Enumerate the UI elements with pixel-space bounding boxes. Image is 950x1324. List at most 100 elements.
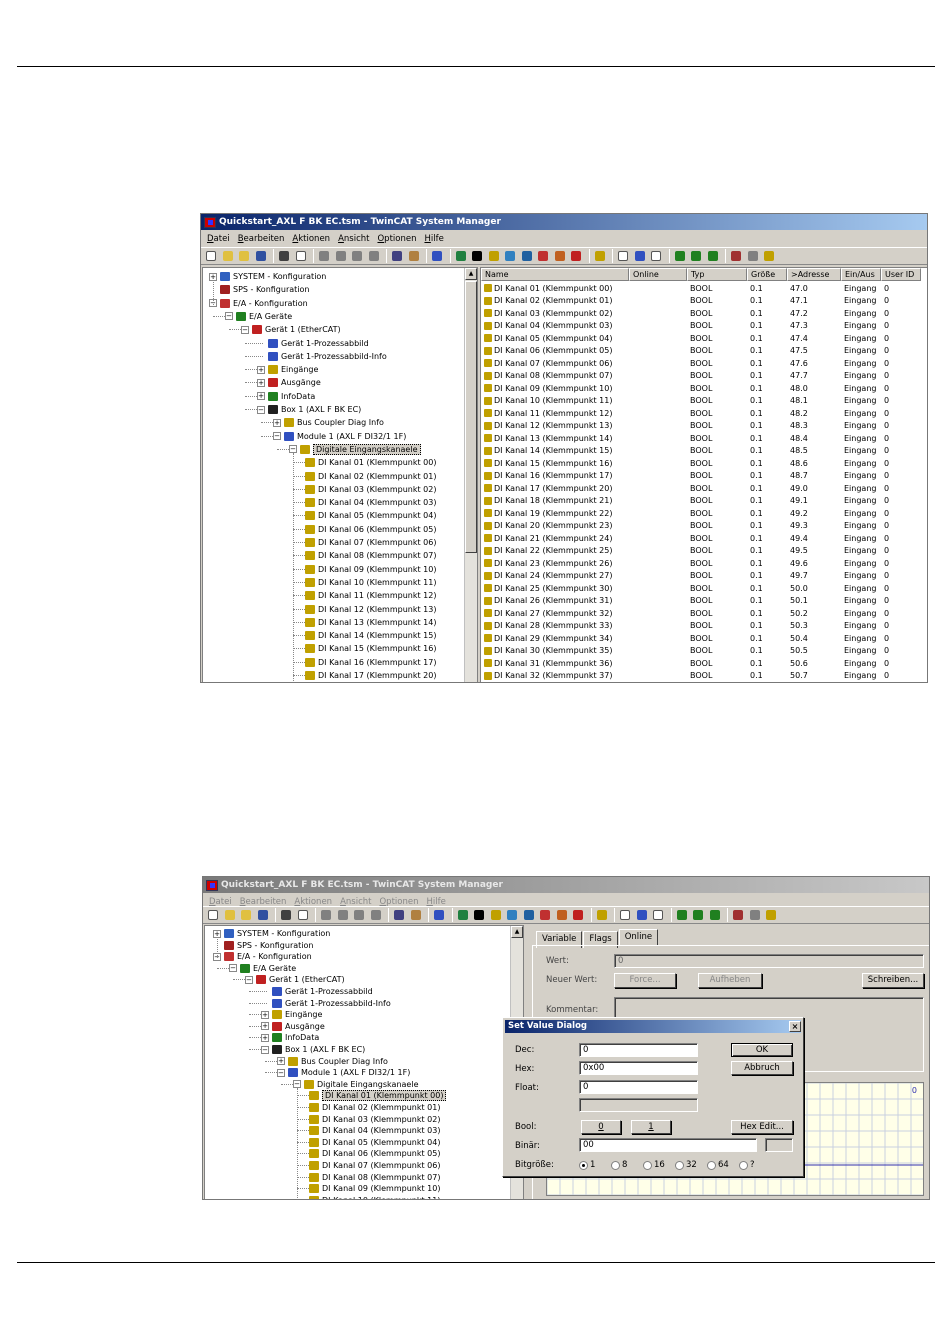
collapse-icon[interactable]: − — [257, 405, 265, 414]
column-header-4[interactable]: >Adresse — [787, 268, 841, 281]
book-icon[interactable] — [729, 249, 743, 263]
tree-item[interactable]: DI Kanal 16 (Klemmpunkt 17) — [305, 656, 436, 669]
tree-item[interactable]: SPS - Konfiguration — [209, 283, 309, 296]
close-icon[interactable]: × — [789, 1021, 801, 1032]
tree-item[interactable]: − Digitale Eingangskanaele — [289, 443, 421, 456]
bitsize-radio-1[interactable]: 1 — [579, 1160, 595, 1170]
check-icon[interactable] — [472, 908, 486, 922]
online-icon[interactable] — [691, 908, 705, 922]
print-icon[interactable] — [279, 908, 293, 922]
save-icon[interactable] — [254, 249, 268, 263]
expand-icon[interactable]: + — [261, 1022, 269, 1031]
table-row[interactable]: DI Kanal 28 (Klemmpunkt 33) BOOL 0.1 50.3 Ei… — [481, 620, 921, 633]
table-row[interactable]: DI Kanal 14 (Klemmpunkt 15) BOOL 0.1 48.5 Ei… — [481, 445, 921, 458]
monitor-icon[interactable] — [432, 908, 446, 922]
bool-1-button[interactable]: 1 — [631, 1120, 671, 1134]
table-row[interactable]: DI Kanal 26 (Klemmpunkt 31) BOOL 0.1 50.1 Ei… — [481, 595, 921, 608]
restart-icon[interactable] — [538, 908, 552, 922]
collapse-icon[interactable]: − — [277, 1068, 285, 1077]
print-icon[interactable] — [277, 249, 291, 263]
expand-icon[interactable]: + — [257, 392, 265, 401]
watch-icon[interactable] — [675, 908, 689, 922]
table-row[interactable]: DI Kanal 27 (Klemmpunkt 32) BOOL 0.1 50.2 Ei… — [481, 607, 921, 620]
zoom-icon[interactable] — [633, 249, 647, 263]
tree-item[interactable]: − E/A - Konfiguration — [209, 297, 308, 310]
tree-item[interactable]: + SYSTEM - Konfiguration — [209, 270, 326, 283]
menu-item-hilfe[interactable]: Hilfe — [420, 234, 447, 244]
table-row[interactable]: DI Kanal 07 (Klemmpunkt 06) BOOL 0.1 47.6 Ei… — [481, 357, 921, 370]
table-row[interactable]: DI Kanal 03 (Klemmpunkt 02) BOOL 0.1 47.2 Ei… — [481, 307, 921, 320]
scan-icon[interactable] — [522, 908, 536, 922]
tree-item[interactable]: DI Kanal 17 (Klemmpunkt 20) — [305, 669, 436, 682]
cut-icon[interactable] — [319, 908, 333, 922]
float-input[interactable]: 0 — [579, 1080, 698, 1094]
append-device-icon[interactable] — [456, 908, 470, 922]
expand-icon[interactable]: + — [261, 1033, 269, 1042]
collapse-icon[interactable]: − — [245, 975, 253, 984]
table-row[interactable]: DI Kanal 29 (Klemmpunkt 34) BOOL 0.1 50.4 Ei… — [481, 632, 921, 645]
paste-icon[interactable] — [352, 908, 366, 922]
tree-item[interactable]: DI Kanal 11 (Klemmpunkt 12) — [305, 589, 436, 602]
bool-0-button[interactable]: 0 — [581, 1120, 621, 1134]
table-row[interactable]: DI Kanal 05 (Klemmpunkt 04) BOOL 0.1 47.4 Ei… — [481, 332, 921, 345]
table-row[interactable]: DI Kanal 31 (Klemmpunkt 36) BOOL 0.1 50.6 Ei… — [481, 657, 921, 670]
column-header-6[interactable]: User ID — [881, 268, 921, 281]
find-next-icon[interactable] — [409, 908, 423, 922]
watch-icon[interactable] — [673, 249, 687, 263]
menu-item-aktionen[interactable]: Aktionen — [290, 897, 336, 907]
tree-item[interactable]: DI Kanal 08 (Klemmpunkt 07) — [305, 549, 436, 562]
table-row[interactable]: DI Kanal 12 (Klemmpunkt 13) BOOL 0.1 48.3 Ei… — [481, 420, 921, 433]
tree-item[interactable]: − Box 1 (AXL F BK EC) — [257, 403, 361, 416]
print-preview-icon[interactable] — [296, 908, 310, 922]
tree-item[interactable]: + Ausgänge — [257, 376, 321, 389]
scroll-up-arrow[interactable]: ▲ — [511, 926, 523, 938]
table-row[interactable]: DI Kanal 06 (Klemmpunkt 05) BOOL 0.1 47.5 Ei… — [481, 345, 921, 358]
online-write-icon[interactable] — [708, 908, 722, 922]
find-next-icon[interactable] — [407, 249, 421, 263]
schreiben-button[interactable]: Schreiben... — [862, 973, 924, 988]
table-row[interactable]: DI Kanal 15 (Klemmpunkt 16) BOOL 0.1 48.6 Ei… — [481, 457, 921, 470]
config-mode-icon[interactable] — [553, 249, 567, 263]
abbruch-button[interactable]: Abbruch — [731, 1061, 793, 1075]
menu-item-optionen[interactable]: Optionen — [375, 897, 422, 907]
expand-icon[interactable]: + — [273, 418, 281, 427]
tree-item[interactable]: Gerät 1-Prozessabbild — [257, 337, 369, 350]
save-icon[interactable] — [256, 908, 270, 922]
properties-icon[interactable] — [746, 249, 760, 263]
table-row[interactable]: DI Kanal 04 (Klemmpunkt 03) BOOL 0.1 47.3 Ei… — [481, 320, 921, 333]
tree-item[interactable]: DI Kanal 06 (Klemmpunkt 05) — [305, 523, 436, 536]
expand-icon[interactable]: + — [257, 365, 265, 374]
table-row[interactable]: DI Kanal 21 (Klemmpunkt 24) BOOL 0.1 49.4 Ei… — [481, 532, 921, 545]
ok-button[interactable]: OK — [731, 1043, 793, 1057]
network-icon[interactable] — [649, 249, 663, 263]
tree-item[interactable]: DI Kanal 12 (Klemmpunkt 13) — [305, 603, 436, 616]
table-row[interactable]: DI Kanal 19 (Klemmpunkt 22) BOOL 0.1 49.2 Ei… — [481, 507, 921, 520]
paste-special-icon[interactable] — [369, 908, 383, 922]
menu-item-hilfe[interactable]: Hilfe — [422, 897, 449, 907]
online-icon[interactable] — [689, 249, 703, 263]
book-icon[interactable] — [731, 908, 745, 922]
column-header-2[interactable]: Typ — [687, 268, 747, 281]
bitsize-radio-64[interactable]: 64 — [707, 1160, 729, 1170]
new-file-icon[interactable] — [206, 908, 220, 922]
build-icon[interactable] — [503, 249, 517, 263]
dec-input[interactable]: 0 — [579, 1043, 698, 1057]
menu-item-datei[interactable]: Datei — [205, 897, 236, 907]
run-mode-icon[interactable] — [571, 908, 585, 922]
tree-item[interactable]: − Gerät 1 (EtherCAT) — [241, 323, 341, 336]
table-row[interactable]: DI Kanal 23 (Klemmpunkt 26) BOOL 0.1 49.6 Ei… — [481, 557, 921, 570]
help-icon[interactable] — [764, 908, 778, 922]
table-row[interactable]: DI Kanal 18 (Klemmpunkt 21) BOOL 0.1 49.1 Ei… — [481, 495, 921, 508]
table-row[interactable]: DI Kanal 01 (Klemmpunkt 00) BOOL 0.1 47.0 Ei… — [481, 282, 921, 295]
table-row[interactable]: DI Kanal 11 (Klemmpunkt 12) BOOL 0.1 48.2 Ei… — [481, 407, 921, 420]
tree-item[interactable]: DI Kanal 13 (Klemmpunkt 14) — [305, 616, 436, 629]
expand-icon[interactable]: + — [277, 1057, 285, 1066]
append-device-icon[interactable] — [454, 249, 468, 263]
open-project-icon[interactable] — [237, 249, 251, 263]
scroll-up-arrow[interactable]: ▲ — [465, 268, 477, 280]
tree-item[interactable]: Gerät 1-Prozessabbild-Info — [257, 350, 387, 363]
bitsize-radio-16[interactable]: 16 — [643, 1160, 665, 1170]
table-row[interactable]: DI Kanal 09 (Klemmpunkt 10) BOOL 0.1 48.0 Ei… — [481, 382, 921, 395]
build-icon[interactable] — [505, 908, 519, 922]
table-row[interactable]: DI Kanal 22 (Klemmpunkt 25) BOOL 0.1 49.5 Ei… — [481, 545, 921, 558]
